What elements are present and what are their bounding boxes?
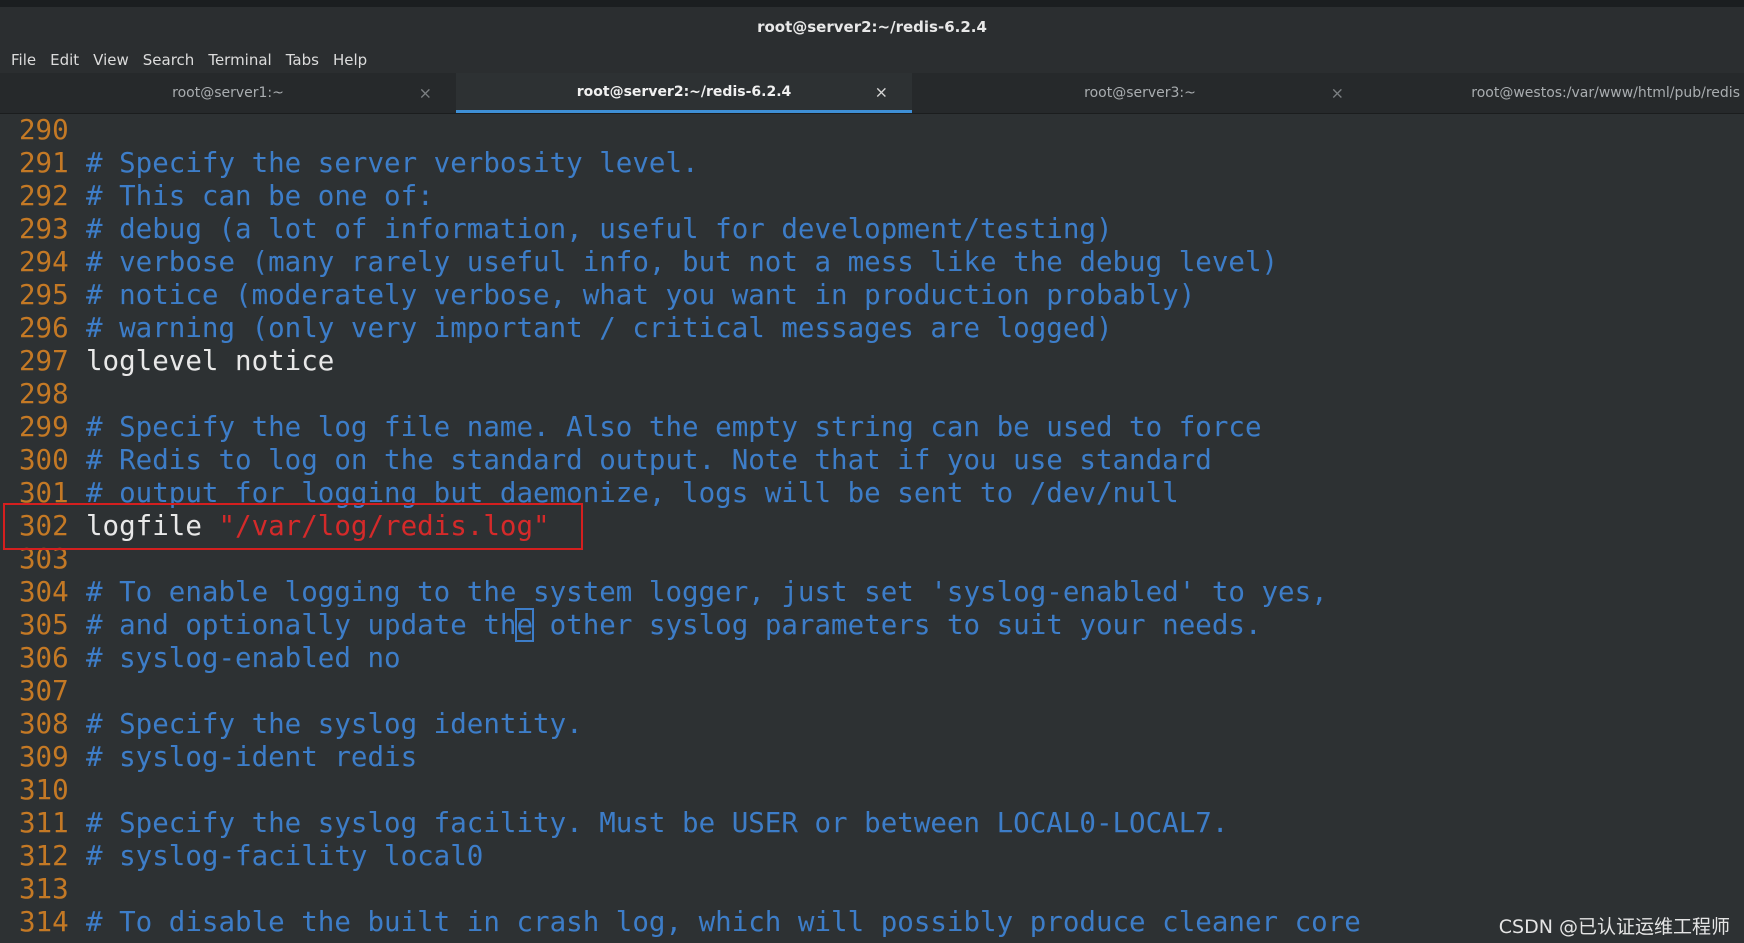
line-number: 310 bbox=[19, 774, 69, 806]
comment-text: # syslog-facility local0 bbox=[86, 840, 484, 872]
comment-text: # verbose (many rarely useful info, but … bbox=[86, 246, 1279, 278]
line-number: 295 bbox=[19, 279, 69, 311]
tab-server3[interactable]: root@server3:~ × bbox=[912, 73, 1368, 113]
directive-keyword: logfile bbox=[86, 510, 219, 542]
comment-text: # Specify the syslog identity. bbox=[86, 708, 583, 740]
tab-server2[interactable]: root@server2:~/redis-6.2.4 × bbox=[456, 73, 912, 113]
line-number: 300 bbox=[19, 444, 69, 476]
code-line: 300 # Redis to log on the standard output… bbox=[0, 444, 1744, 477]
line-number: 294 bbox=[19, 246, 69, 278]
watermark: CSDN @已认证运维工程师 bbox=[1498, 916, 1730, 938]
line-number: 304 bbox=[19, 576, 69, 608]
line-number: 299 bbox=[19, 411, 69, 443]
code-line: 299 # Specify the log file name. Also the… bbox=[0, 411, 1744, 444]
line-number: 301 bbox=[19, 477, 69, 509]
line-number: 296 bbox=[19, 312, 69, 344]
line-number: 290 bbox=[19, 114, 69, 146]
comment-text: # To disable the built in crash log, whi… bbox=[86, 906, 1361, 938]
tab-label: root@server2:~/redis-6.2.4 bbox=[576, 83, 792, 100]
top-strip bbox=[0, 0, 1744, 7]
line-number: 297 bbox=[19, 345, 69, 377]
line-number: 306 bbox=[19, 642, 69, 674]
comment-text: # Specify the server verbosity level. bbox=[86, 147, 699, 179]
code-line: 303 bbox=[0, 543, 1744, 576]
code-line: 309 # syslog-ident redis bbox=[0, 741, 1744, 774]
menu-bar: File Edit View Search Terminal Tabs Help bbox=[0, 47, 1744, 73]
close-icon[interactable]: × bbox=[1331, 84, 1344, 103]
tab-label: root@westos:/var/www/html/pub/redis bbox=[1471, 85, 1740, 101]
code-line: 314 # To disable the built in crash log, … bbox=[0, 906, 1744, 939]
line-number: 293 bbox=[19, 213, 69, 245]
code-line: 290 bbox=[0, 114, 1744, 147]
code-line: 312 # syslog-facility local0 bbox=[0, 840, 1744, 873]
tab-westos[interactable]: root@westos:/var/www/html/pub/redis bbox=[1368, 73, 1744, 113]
line-number: 307 bbox=[19, 675, 69, 707]
tab-server1[interactable]: root@server1:~ × bbox=[0, 73, 456, 113]
code-line: 294 # verbose (many rarely useful info, b… bbox=[0, 246, 1744, 279]
line-number: 292 bbox=[19, 180, 69, 212]
close-icon[interactable]: × bbox=[419, 84, 432, 103]
menu-file[interactable]: File bbox=[4, 51, 43, 69]
code-line: 310 bbox=[0, 774, 1744, 807]
code-line: 293 # debug (a lot of information, useful… bbox=[0, 213, 1744, 246]
line-number: 305 bbox=[19, 609, 69, 641]
code-line: 307 bbox=[0, 675, 1744, 708]
comment-text: # Redis to log on the standard output. N… bbox=[86, 444, 1212, 476]
window-title: root@server2:~/redis-6.2.4 bbox=[757, 18, 987, 36]
line-number: 312 bbox=[19, 840, 69, 872]
menu-search[interactable]: Search bbox=[136, 51, 202, 69]
code-line: 296 # warning (only very important / crit… bbox=[0, 312, 1744, 345]
comment-text: # This can be one of: bbox=[86, 180, 434, 212]
comment-text: # warning (only very important / critica… bbox=[86, 312, 1113, 344]
menu-view[interactable]: View bbox=[86, 51, 136, 69]
line-number: 302 bbox=[19, 510, 69, 542]
line-number: 313 bbox=[19, 873, 69, 905]
menu-help[interactable]: Help bbox=[326, 51, 374, 69]
comment-text: # debug (a lot of information, useful fo… bbox=[86, 213, 1113, 245]
line-number: 291 bbox=[19, 147, 69, 179]
code-line: 301 # output for logging but daemonize, l… bbox=[0, 477, 1744, 510]
tab-label: root@server1:~ bbox=[172, 85, 284, 101]
code-line: 302 logfile "/var/log/redis.log" bbox=[0, 510, 1744, 543]
comment-text: # syslog-ident redis bbox=[86, 741, 418, 773]
code-line: 305 # and optionally update the other sys… bbox=[0, 608, 1744, 642]
text-cursor: e bbox=[515, 608, 535, 642]
tab-label: root@server3:~ bbox=[1084, 85, 1196, 101]
code-line: 306 # syslog-enabled no bbox=[0, 642, 1744, 675]
code-line: 291 # Specify the server verbosity level. bbox=[0, 147, 1744, 180]
line-number: 314 bbox=[19, 906, 69, 938]
code-line: 304 # To enable logging to the system log… bbox=[0, 576, 1744, 609]
menu-tabs[interactable]: Tabs bbox=[279, 51, 326, 69]
window-titlebar: root@server2:~/redis-6.2.4 bbox=[0, 7, 1744, 47]
line-number: 309 bbox=[19, 741, 69, 773]
comment-text: other syslog parameters to suit your nee… bbox=[533, 609, 1262, 641]
code-line: 295 # notice (moderately verbose, what yo… bbox=[0, 279, 1744, 312]
code-line: 313 bbox=[0, 873, 1744, 906]
code-line: 308 # Specify the syslog identity. bbox=[0, 708, 1744, 741]
line-number: 311 bbox=[19, 807, 69, 839]
comment-text: # output for logging but daemonize, logs… bbox=[86, 477, 1179, 509]
code-line: 292 # This can be one of: bbox=[0, 180, 1744, 213]
line-number: 298 bbox=[19, 378, 69, 410]
line-number: 303 bbox=[19, 543, 69, 575]
comment-text: # To enable logging to the system logger… bbox=[86, 576, 1328, 608]
code-line: 297 loglevel notice bbox=[0, 345, 1744, 378]
comment-text: # Specify the syslog facility. Must be U… bbox=[86, 807, 1229, 839]
line-number: 308 bbox=[19, 708, 69, 740]
code-line: 311 # Specify the syslog facility. Must b… bbox=[0, 807, 1744, 840]
directive-value: "/var/log/redis.log" bbox=[218, 510, 550, 542]
comment-text: # notice (moderately verbose, what you w… bbox=[86, 279, 1196, 311]
tab-bar: root@server1:~ × root@server2:~/redis-6.… bbox=[0, 73, 1744, 114]
code-text: loglevel notice bbox=[86, 345, 335, 377]
comment-text: # Specify the log file name. Also the em… bbox=[86, 411, 1262, 443]
comment-text: # and optionally update th bbox=[86, 609, 517, 641]
menu-terminal[interactable]: Terminal bbox=[201, 51, 278, 69]
comment-text: # syslog-enabled no bbox=[86, 642, 401, 674]
code-line: 298 bbox=[0, 378, 1744, 411]
terminal-editor[interactable]: 290 291 # Specify the server verbosity lev… bbox=[0, 114, 1744, 943]
close-icon[interactable]: × bbox=[875, 82, 888, 101]
menu-edit[interactable]: Edit bbox=[43, 51, 86, 69]
